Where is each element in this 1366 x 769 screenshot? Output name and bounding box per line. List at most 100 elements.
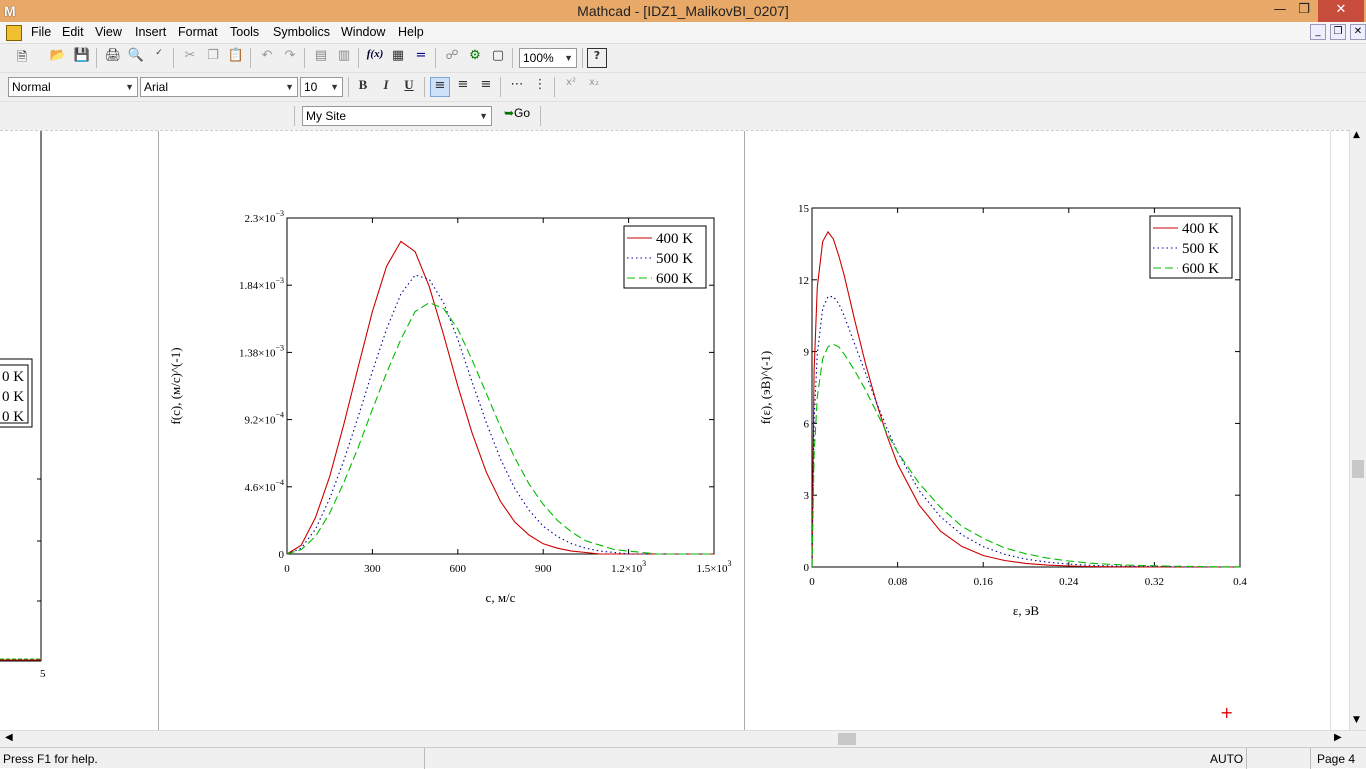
doc-minimize-icon[interactable]: _: [1310, 24, 1326, 40]
plot2-y-tick-label: 3: [804, 490, 810, 502]
horizontal-scroll-thumb[interactable]: [838, 733, 856, 745]
plot2-x-tick-label: 0: [809, 576, 815, 588]
vertical-scroll-thumb[interactable]: [1352, 460, 1364, 478]
menu-tools[interactable]: Tools: [230, 25, 259, 39]
plot2-x-axis-label: ε, эВ: [1013, 603, 1040, 618]
partial-legend-label: 0 K: [2, 369, 24, 385]
minimize-icon[interactable]: —: [1270, 0, 1290, 22]
plot2-x-tick-label: 0.32: [1145, 576, 1164, 588]
window-title: Mathcad - [IDZ1_MalikovBI_0207]: [577, 3, 789, 19]
font-size-select[interactable]: 10 ▼: [300, 77, 343, 97]
plot2-y-tick-label: 0: [804, 562, 810, 574]
font-value: Arial: [144, 80, 169, 94]
menu-edit[interactable]: Edit: [62, 25, 84, 39]
menu-help[interactable]: Help: [398, 25, 424, 39]
save-icon[interactable]: 💾: [72, 48, 92, 68]
insert-function-icon[interactable]: f(x): [365, 48, 385, 68]
resources-toolbar: My Site ▼ ➥Go: [0, 102, 1366, 131]
formatting-toolbar: Normal ▼ Arial ▼ 10 ▼ B I U ≡ ≡ ≡ ⋯ ⋮ x² x₂: [0, 73, 1366, 102]
doc-close-icon[interactable]: ✕: [1350, 24, 1366, 40]
plot1-x-tick-label: 300: [364, 563, 381, 575]
underline-button[interactable]: U: [399, 77, 419, 97]
print-preview-icon[interactable]: 🔍: [126, 48, 146, 68]
scroll-left-icon[interactable]: ◀: [5, 732, 13, 743]
bullets-icon[interactable]: ⋯: [507, 77, 527, 97]
plot2-x-tick-label: 0.24: [1059, 576, 1079, 588]
scroll-right-icon[interactable]: ▶: [1334, 732, 1342, 743]
numbering-icon[interactable]: ⋮: [530, 77, 550, 97]
plot1-x-tick-label: 1.2×103: [611, 559, 646, 575]
italic-button[interactable]: I: [376, 77, 396, 97]
plot1-x-tick-label: 0: [284, 563, 290, 575]
plot1-y-tick-label: 2.3×10−3: [245, 209, 284, 225]
status-bar: Press F1 for help. AUTO Page 4: [0, 747, 1366, 769]
plot2-x-tick-label: 0.4: [1233, 576, 1247, 588]
menu-insert[interactable]: Insert: [135, 25, 166, 39]
plot2-y-tick-label: 9: [804, 347, 810, 359]
resource-center-icon[interactable]: ▢: [488, 48, 508, 68]
vertical-scrollbar[interactable]: ▲ ▼: [1349, 130, 1366, 730]
plot2-y-tick-label: 6: [804, 418, 810, 430]
plot2-x-tick-label: 0.08: [888, 576, 908, 588]
menu-symbolics[interactable]: Symbolics: [273, 25, 330, 39]
go-button[interactable]: ➥Go: [500, 106, 534, 126]
plot1-y-tick-label: 1.84×10−3: [239, 276, 284, 292]
font-select[interactable]: Arial ▼: [140, 77, 298, 97]
chevron-down-icon: ▼: [330, 82, 339, 92]
status-page: Page 4: [1317, 752, 1356, 766]
help-icon[interactable]: ?: [587, 48, 607, 68]
font-size-value: 10: [304, 80, 318, 94]
worksheet[interactable]: 0 K 0 K 0 K 5 2.3×10−3 1.84×10−3 1.38×10−3…: [0, 130, 1349, 731]
partial-legend-label: 0 K: [2, 389, 24, 405]
plot2-legend-label: 500 K: [1182, 241, 1219, 257]
menu-file[interactable]: File: [31, 25, 51, 39]
superscript-icon[interactable]: x²: [561, 77, 581, 97]
insert-unit-icon[interactable]: ▦: [388, 48, 408, 68]
plot1-legend-label: 400 K: [656, 231, 693, 247]
scroll-down-icon[interactable]: ▼: [1353, 715, 1360, 725]
doc-restore-icon[interactable]: ❐: [1330, 24, 1346, 40]
paste-icon[interactable]: 📋: [226, 48, 246, 68]
plot1-x-tick-label: 900: [535, 563, 552, 575]
zoom-select[interactable]: 100% ▼: [519, 48, 577, 68]
copy-icon[interactable]: ❐: [203, 48, 223, 68]
energy-distribution-plot[interactable]: 15 12 9 6 3 0 0 0.08 0.16 0.24 0.32 0.4 400 K 500 K 60…: [750, 196, 1270, 626]
restore-icon[interactable]: ❐: [1294, 0, 1314, 22]
scroll-up-icon[interactable]: ▲: [1353, 130, 1360, 140]
partial-plot-left[interactable]: 0 K 0 K 0 K 5: [0, 131, 60, 691]
document-icon[interactable]: [6, 25, 22, 41]
align-left-icon[interactable]: ≡: [430, 77, 450, 97]
style-select[interactable]: Normal ▼: [8, 77, 138, 97]
horizontal-scrollbar[interactable]: ◀ ▶: [0, 730, 1366, 747]
align-down-icon[interactable]: ▥: [334, 48, 354, 68]
undo-icon[interactable]: ↶: [257, 48, 277, 68]
subscript-icon[interactable]: x₂: [584, 77, 604, 97]
plot1-x-tick-label: 1.5×103: [697, 559, 732, 575]
align-center-icon[interactable]: ≡: [453, 77, 473, 97]
open-icon[interactable]: 📂: [48, 48, 68, 68]
menu-view[interactable]: View: [95, 25, 122, 39]
cut-icon[interactable]: ✂: [180, 48, 200, 68]
plot1-y-tick-label: 0: [279, 549, 285, 561]
new-icon[interactable]: 🗎: [12, 48, 32, 68]
bold-button[interactable]: B: [353, 77, 373, 97]
calculate-icon[interactable]: =: [411, 48, 431, 68]
site-select[interactable]: My Site ▼: [302, 106, 492, 126]
plot1-y-axis-label: f(c), (м/с)^(-1): [168, 347, 183, 424]
velocity-distribution-plot[interactable]: 2.3×10−3 1.84×10−3 1.38×10−3 9.2×10−4 4.6×10…: [160, 201, 750, 621]
align-across-icon[interactable]: ▤: [311, 48, 331, 68]
print-icon[interactable]: 🖨: [103, 48, 123, 68]
plot1-y-tick-label: 9.2×10−4: [245, 411, 284, 427]
menu-window[interactable]: Window: [341, 25, 385, 39]
zoom-value: 100%: [523, 51, 554, 65]
menu-format[interactable]: Format: [178, 25, 218, 39]
align-right-icon[interactable]: ≡: [476, 77, 496, 97]
redo-icon[interactable]: ↷: [280, 48, 300, 68]
insert-hyperlink-icon[interactable]: ☍: [442, 48, 462, 68]
close-icon[interactable]: ✕: [1318, 0, 1364, 22]
plot1-y-tick-label: 4.6×10−4: [245, 478, 284, 494]
plot2-legend-label: 400 K: [1182, 221, 1219, 237]
insert-component-icon[interactable]: ⚙: [465, 48, 485, 68]
spell-check-icon[interactable]: ✓: [149, 48, 169, 68]
plot2-y-axis-label: f(ε), (эВ)^(-1): [758, 351, 773, 424]
